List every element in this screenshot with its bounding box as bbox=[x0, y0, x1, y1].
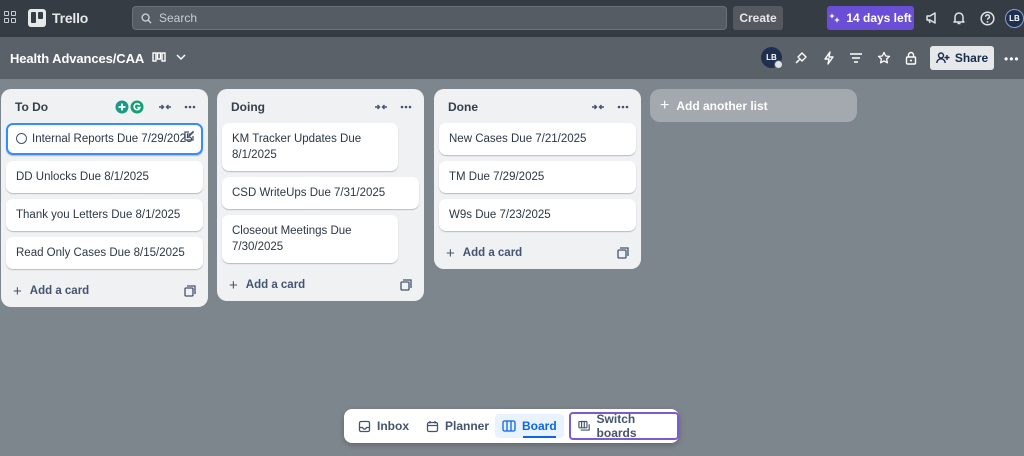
board-title[interactable]: Health Advances/CAA bbox=[10, 51, 144, 66]
plus-icon: + bbox=[13, 282, 22, 300]
inbox-tab[interactable]: Inbox bbox=[351, 414, 416, 438]
chevron-down-icon bbox=[176, 54, 186, 61]
user-avatar[interactable]: LB bbox=[1005, 9, 1024, 28]
list-title[interactable]: Doing bbox=[231, 100, 265, 114]
add-card-label: Add a card bbox=[29, 285, 90, 297]
share-button[interactable]: Share bbox=[930, 46, 994, 70]
card[interactable]: Read Only Cases Due 8/15/2025 bbox=[6, 237, 203, 269]
card[interactable]: Closeout Meetings Due 7/30/2025 bbox=[222, 215, 398, 263]
planner-label: Planner bbox=[445, 419, 490, 433]
card-title: W9s Due 7/23/2025 bbox=[449, 209, 551, 221]
star-icon[interactable] bbox=[876, 50, 892, 66]
add-card-label: Add a card bbox=[462, 247, 523, 259]
card-title: TM Due 7/29/2025 bbox=[449, 171, 545, 183]
trial-label: 14 days left bbox=[846, 11, 912, 25]
grammarly-icon[interactable] bbox=[130, 100, 144, 114]
power-ups-icon[interactable] bbox=[793, 50, 809, 66]
card[interactable]: Thank you Letters Due 8/1/2025 bbox=[6, 199, 203, 231]
list-header: To Do bbox=[1, 89, 208, 123]
card-title: Internal Reports Due 7/29/2025 bbox=[32, 133, 193, 145]
collapse-list-icon[interactable] bbox=[158, 100, 172, 114]
card-title: Thank you Letters Due 8/1/2025 bbox=[16, 209, 181, 221]
card[interactable]: W9s Due 7/23/2025 bbox=[439, 199, 636, 231]
add-card-label: Add a card bbox=[245, 279, 306, 291]
create-button[interactable]: Create bbox=[733, 6, 783, 30]
list-doing: Doing KM Tracker Updates Due 8/1/2025 CS… bbox=[217, 89, 424, 301]
board-icon bbox=[502, 420, 516, 432]
card-title: DD Unlocks Due 8/1/2025 bbox=[16, 171, 149, 183]
trial-button[interactable]: 14 days left bbox=[827, 6, 914, 30]
switch-boards-button[interactable]: Switch boards bbox=[569, 412, 679, 440]
list-header: Doing bbox=[217, 89, 424, 123]
switch-boards-label: Switch boards bbox=[596, 412, 637, 440]
board-header: Health Advances/CAA LB Share ••• bbox=[0, 37, 1024, 79]
list-actions-icon[interactable] bbox=[616, 100, 630, 114]
bell-icon[interactable] bbox=[951, 10, 967, 26]
collapse-list-icon[interactable] bbox=[591, 100, 605, 114]
planner-tab[interactable]: Planner bbox=[419, 414, 496, 438]
board-view-icon bbox=[152, 52, 166, 62]
card[interactable]: KM Tracker Updates Due 8/1/2025 bbox=[222, 123, 398, 171]
app-switcher-icon[interactable] bbox=[4, 11, 16, 23]
board-tab[interactable]: Board bbox=[495, 414, 564, 438]
card-template-icon[interactable] bbox=[400, 279, 412, 291]
card-title: Closeout Meetings Due 7/30/2025 bbox=[232, 225, 352, 253]
card[interactable]: DD Unlocks Due 8/1/2025 bbox=[6, 161, 203, 193]
list-title[interactable]: To Do bbox=[15, 100, 48, 114]
plus-icon: + bbox=[660, 96, 670, 114]
list-to-do: To Do Internal Reports Due 7/29/2025 DD … bbox=[1, 89, 208, 307]
edit-icon[interactable] bbox=[183, 130, 195, 142]
collapse-list-icon[interactable] bbox=[374, 100, 388, 114]
help-icon[interactable] bbox=[979, 10, 995, 26]
list-actions-icon[interactable] bbox=[183, 100, 197, 114]
sparkle-icon bbox=[829, 13, 841, 23]
card-title: New Cases Due 7/21/2025 bbox=[449, 133, 587, 145]
top-navigation: Trello Create 14 days left LB bbox=[0, 0, 1024, 37]
list-actions-icon[interactable] bbox=[399, 100, 413, 114]
extension-plus-icon[interactable] bbox=[115, 100, 129, 114]
complete-circle-icon[interactable] bbox=[16, 133, 27, 144]
board-label: Board bbox=[522, 419, 557, 433]
view-switcher-bar: Inbox Planner Board Switch boards bbox=[344, 409, 679, 443]
add-card-button[interactable]: + Add a card bbox=[217, 269, 424, 301]
card-template-icon[interactable] bbox=[184, 285, 196, 297]
member-badge-icon bbox=[774, 60, 783, 69]
search-box[interactable] bbox=[132, 6, 727, 30]
plus-icon: + bbox=[446, 244, 455, 262]
plus-icon: + bbox=[229, 276, 238, 294]
list-title[interactable]: Done bbox=[448, 100, 478, 114]
card[interactable]: Internal Reports Due 7/29/2025 bbox=[6, 123, 203, 155]
automation-icon[interactable] bbox=[821, 50, 837, 66]
lock-icon[interactable] bbox=[903, 50, 919, 66]
trello-logo-icon bbox=[28, 9, 46, 27]
add-list-label: Add another list bbox=[676, 98, 768, 113]
calendar-icon bbox=[426, 420, 439, 432]
search-input[interactable] bbox=[159, 11, 719, 25]
list-header: Done bbox=[434, 89, 641, 123]
card-template-icon[interactable] bbox=[617, 247, 629, 259]
card-title: KM Tracker Updates Due 8/1/2025 bbox=[232, 133, 362, 161]
megaphone-icon[interactable] bbox=[924, 10, 940, 26]
card[interactable]: TM Due 7/29/2025 bbox=[439, 161, 636, 193]
inbox-icon bbox=[358, 420, 371, 432]
add-card-button[interactable]: + Add a card bbox=[1, 275, 208, 307]
add-card-button[interactable]: + Add a card bbox=[434, 237, 641, 269]
filter-icon[interactable] bbox=[848, 50, 864, 66]
card[interactable]: CSD WriteUps Due 7/31/2025 bbox=[222, 177, 419, 209]
add-person-icon bbox=[935, 52, 950, 64]
card-title: CSD WriteUps Due 7/31/2025 bbox=[232, 187, 386, 199]
search-icon bbox=[141, 12, 152, 24]
inbox-label: Inbox bbox=[377, 419, 409, 433]
share-label: Share bbox=[954, 51, 989, 65]
card[interactable]: New Cases Due 7/21/2025 bbox=[439, 123, 636, 155]
trello-logo[interactable]: Trello bbox=[28, 9, 88, 27]
board-view-switcher[interactable] bbox=[152, 51, 186, 63]
board-menu-icon[interactable]: ••• bbox=[1004, 53, 1020, 65]
list-done: Done New Cases Due 7/21/2025 TM Due 7/29… bbox=[434, 89, 641, 269]
card-title: Read Only Cases Due 8/15/2025 bbox=[16, 247, 185, 259]
app-name: Trello bbox=[52, 10, 89, 26]
switch-boards-icon bbox=[578, 420, 590, 431]
add-another-list-button[interactable]: + Add another list bbox=[650, 89, 857, 122]
